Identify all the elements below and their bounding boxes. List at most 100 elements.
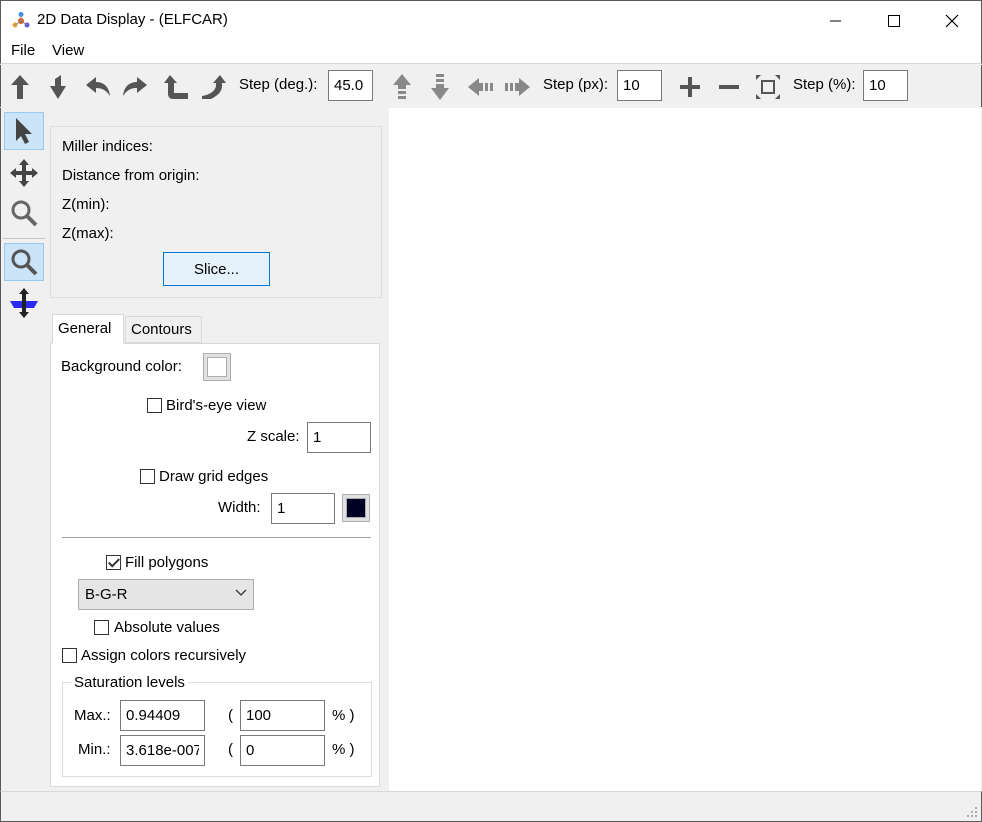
saturation-min-label: Min.: bbox=[78, 741, 111, 758]
rotate-up-button[interactable] bbox=[5, 72, 35, 102]
rotate-down-icon bbox=[50, 75, 66, 99]
close-button[interactable] bbox=[923, 1, 981, 41]
rotate-ccw-button[interactable] bbox=[161, 72, 191, 102]
zscale-label: Z scale: bbox=[247, 428, 300, 445]
birds-eye-checkbox[interactable] bbox=[147, 398, 162, 413]
colormap-select[interactable]: B-G-R bbox=[78, 579, 254, 610]
rotate-right-button[interactable] bbox=[120, 72, 150, 102]
fill-polygons-checkbox[interactable] bbox=[106, 555, 121, 570]
zoom-step-input[interactable] bbox=[863, 70, 908, 101]
minimize-button[interactable] bbox=[807, 1, 865, 41]
zoom-icon bbox=[11, 200, 38, 227]
grid-width-input[interactable] bbox=[271, 493, 335, 524]
translate-step-label: Step (px): bbox=[543, 76, 609, 93]
app-icon bbox=[12, 12, 30, 28]
saturation-levels-title: Saturation levels bbox=[71, 674, 188, 691]
left-tool-strip bbox=[0, 108, 45, 791]
rotate-down-button[interactable] bbox=[43, 72, 73, 102]
tab-general[interactable]: General bbox=[52, 314, 124, 344]
zoom-active-icon bbox=[11, 249, 38, 276]
move-down-button[interactable] bbox=[425, 72, 455, 102]
tab-contours[interactable]: Contours bbox=[125, 316, 202, 343]
move-left-button[interactable] bbox=[466, 72, 496, 102]
fit-view-icon bbox=[756, 75, 780, 99]
grid-color-swatch bbox=[346, 498, 366, 518]
move-right-button[interactable] bbox=[502, 72, 532, 102]
general-tab-panel: Background color: Bird's-eye view Z scal… bbox=[50, 343, 380, 787]
saturation-max-label: Max.: bbox=[74, 707, 111, 724]
zoom-out-button[interactable] bbox=[714, 72, 744, 102]
rotate-right-icon bbox=[123, 77, 147, 96]
saturation-levels-group: Saturation levels Max.: ( % ) Min.: ( % … bbox=[62, 674, 372, 777]
saturation-min-percent-label: % ) bbox=[332, 741, 355, 758]
saturation-max-percent-label: % ) bbox=[332, 707, 355, 724]
minimize-icon bbox=[830, 20, 841, 22]
slice-plane-tool-button[interactable] bbox=[4, 284, 44, 322]
draw-grid-label: Draw grid edges bbox=[159, 468, 269, 485]
rotate-ccw-icon bbox=[164, 75, 188, 99]
colormap-selected-value: B-G-R bbox=[85, 586, 128, 603]
section-divider bbox=[62, 537, 371, 538]
select-tool-button[interactable] bbox=[4, 112, 44, 150]
rotate-step-label: Step (deg.): bbox=[239, 76, 318, 93]
saturation-max-input[interactable] bbox=[120, 700, 205, 731]
grid-color-button[interactable] bbox=[342, 494, 370, 522]
toolbar: Step (deg.): Step (px): Step (%): bbox=[0, 65, 982, 107]
background-color-button[interactable] bbox=[203, 353, 231, 381]
pan-tool-button[interactable] bbox=[4, 154, 44, 192]
menu-bar: File View bbox=[0, 40, 982, 64]
absolute-values-label: Absolute values bbox=[114, 619, 220, 636]
fit-view-button[interactable] bbox=[753, 72, 783, 102]
saturation-max-open-paren: ( bbox=[228, 707, 233, 724]
move-right-icon bbox=[505, 78, 530, 96]
distance-label: Distance from origin: bbox=[62, 167, 200, 184]
draw-grid-checkbox[interactable] bbox=[140, 469, 155, 484]
rotate-step-input[interactable] bbox=[328, 70, 373, 101]
zoom-tool-button[interactable] bbox=[4, 194, 44, 232]
slice-plane-icon bbox=[10, 288, 38, 318]
saturation-min-open-paren: ( bbox=[228, 741, 233, 758]
move-up-button[interactable] bbox=[387, 72, 417, 102]
zmin-label: Z(min): bbox=[62, 196, 110, 213]
menu-file[interactable]: File bbox=[11, 42, 35, 59]
saturation-min-input[interactable] bbox=[120, 735, 205, 766]
move-left-icon bbox=[468, 78, 493, 96]
rotate-cw-icon bbox=[202, 75, 226, 99]
background-color-swatch bbox=[207, 357, 227, 377]
chevron-down-icon bbox=[235, 589, 247, 596]
zoom-region-tool-button[interactable] bbox=[4, 243, 44, 281]
maximize-icon bbox=[888, 15, 900, 27]
title-bar: 2D Data Display - (ELFCAR) bbox=[0, 0, 982, 40]
menu-view[interactable]: View bbox=[52, 42, 84, 59]
status-bar bbox=[0, 791, 982, 822]
zscale-input[interactable] bbox=[307, 422, 371, 453]
select-arrow-icon bbox=[16, 118, 32, 144]
absolute-values-checkbox[interactable] bbox=[94, 620, 109, 635]
maximize-button[interactable] bbox=[865, 1, 923, 41]
move-down-icon bbox=[431, 74, 449, 100]
pan-move-icon bbox=[10, 159, 38, 187]
zoom-in-icon bbox=[680, 77, 700, 97]
zmax-label: Z(max): bbox=[62, 225, 114, 242]
miller-indices-label: Miller indices: bbox=[62, 138, 153, 155]
zoom-step-label: Step (%): bbox=[793, 76, 856, 93]
rotate-cw-button[interactable] bbox=[199, 72, 229, 102]
tool-separator bbox=[3, 238, 45, 239]
background-color-label: Background color: bbox=[61, 358, 182, 375]
assign-recursive-label: Assign colors recursively bbox=[81, 647, 247, 664]
saturation-max-percent-input[interactable] bbox=[240, 700, 325, 731]
slice-button[interactable]: Slice... bbox=[163, 252, 270, 286]
zoom-in-button[interactable] bbox=[675, 72, 705, 102]
translate-step-input[interactable] bbox=[617, 70, 662, 101]
rotate-up-icon bbox=[11, 75, 29, 99]
display-canvas[interactable] bbox=[389, 108, 981, 791]
saturation-min-percent-input[interactable] bbox=[240, 735, 325, 766]
birds-eye-label: Bird's-eye view bbox=[166, 397, 267, 414]
grid-width-label: Width: bbox=[218, 499, 261, 516]
rotate-left-button[interactable] bbox=[83, 72, 113, 102]
assign-recursive-checkbox[interactable] bbox=[62, 648, 77, 663]
move-up-icon bbox=[393, 74, 411, 99]
zoom-out-icon bbox=[719, 85, 739, 89]
close-icon bbox=[945, 14, 959, 28]
resize-grip-icon[interactable] bbox=[966, 806, 978, 818]
